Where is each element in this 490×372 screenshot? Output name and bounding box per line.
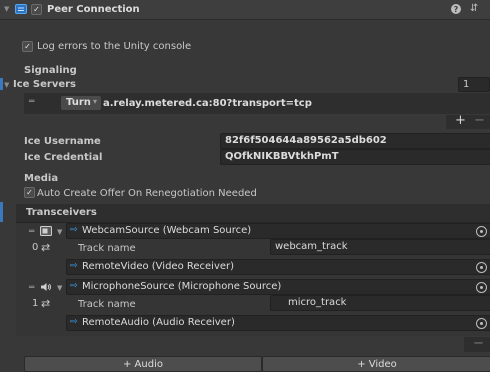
log-errors-label: Log errors to the Unity console bbox=[37, 41, 192, 52]
ice-credential-value: QOfkNIKBBVtkhPmT bbox=[225, 151, 339, 162]
track-name-label: Track name bbox=[78, 243, 136, 254]
media-kind-dropdown-icon[interactable]: ▼ bbox=[57, 228, 62, 236]
transceivers-header: Transceivers bbox=[16, 204, 490, 223]
component-script-icon bbox=[15, 4, 27, 14]
object-picker-icon[interactable] bbox=[476, 262, 487, 273]
dropdown-arrow-icon: ▾ bbox=[93, 97, 98, 106]
media-kind-dropdown-icon[interactable]: ▼ bbox=[57, 284, 62, 292]
media-section-label: Media bbox=[24, 173, 59, 184]
remove-transceiver-button[interactable]: − bbox=[473, 336, 484, 351]
direction-icon[interactable]: ⇄ bbox=[41, 297, 50, 310]
settings-icon[interactable]: ⇵ bbox=[470, 3, 478, 14]
override-indicator bbox=[0, 202, 3, 222]
ice-credential-field[interactable]: QOfkNIKBBVtkhPmT bbox=[220, 149, 490, 165]
component-title: Peer Connection bbox=[47, 4, 140, 15]
object-picker-icon[interactable] bbox=[476, 318, 487, 329]
track-name-value: micro_track bbox=[288, 297, 347, 308]
object-field-icon: ⇨ bbox=[70, 225, 78, 235]
ice-credential-label: Ice Credential bbox=[24, 152, 103, 163]
object-picker-icon[interactable] bbox=[476, 226, 487, 237]
track-name-label: Track name bbox=[78, 299, 136, 310]
object-field-icon: ⇨ bbox=[70, 317, 78, 327]
drag-handle-icon[interactable]: ═ bbox=[29, 97, 34, 107]
remote-receiver-value: RemoteAudio (Audio Receiver) bbox=[82, 317, 235, 328]
drag-handle-icon[interactable]: ═ bbox=[29, 283, 34, 293]
foldout-arrow-icon[interactable]: ▼ bbox=[4, 5, 9, 13]
ice-username-label: Ice Username bbox=[24, 136, 101, 147]
override-indicator bbox=[0, 78, 3, 90]
transceiver-index: 0 bbox=[32, 242, 39, 253]
remote-receiver-field[interactable]: ⇨ RemoteVideo (Video Receiver) bbox=[66, 259, 490, 275]
component-enabled-checkbox[interactable]: ✓ bbox=[31, 4, 42, 15]
auto-offer-checkbox[interactable]: ✓ bbox=[24, 187, 35, 198]
help-icon[interactable]: ? bbox=[451, 4, 461, 14]
local-source-field[interactable]: ⇨ MicrophoneSource (Microphone Source) bbox=[66, 279, 490, 295]
ice-servers-count-field[interactable]: 1 bbox=[458, 77, 490, 92]
remote-receiver-value: RemoteVideo (Video Receiver) bbox=[82, 261, 235, 272]
auto-offer-label: Auto Create Offer On Renegotiation Neede… bbox=[37, 188, 257, 199]
remote-receiver-field[interactable]: ⇨ RemoteAudio (Audio Receiver) bbox=[66, 315, 490, 331]
server-type-dropdown[interactable]: Turn ▾ bbox=[61, 96, 101, 110]
signaling-section-label: Signaling bbox=[24, 65, 77, 76]
drag-handle-icon[interactable]: ═ bbox=[29, 227, 34, 237]
ice-username-value: 82f6f504644a89562a5db602 bbox=[225, 135, 387, 146]
local-source-field[interactable]: ⇨ WebcamSource (Webcam Source) bbox=[66, 223, 490, 239]
ice-servers-foldout-icon[interactable]: ▼ bbox=[4, 81, 9, 89]
server-url-input[interactable]: a.relay.metered.ca:80?transport=tcp bbox=[103, 98, 312, 109]
add-server-button[interactable]: + bbox=[455, 113, 466, 128]
direction-icon[interactable]: ⇄ bbox=[41, 241, 50, 254]
object-picker-icon[interactable] bbox=[476, 282, 487, 293]
ice-servers-label: Ice Servers bbox=[13, 79, 77, 90]
webcam-icon bbox=[40, 226, 52, 236]
transceiver-index: 1 bbox=[32, 298, 39, 309]
local-source-value: MicrophoneSource (Microphone Source) bbox=[82, 281, 282, 292]
local-source-value: WebcamSource (Webcam Source) bbox=[82, 225, 252, 236]
remove-server-button[interactable]: − bbox=[474, 113, 485, 128]
track-name-value: webcam_track bbox=[275, 241, 348, 252]
speaker-icon bbox=[40, 282, 52, 292]
track-name-field[interactable]: webcam_track bbox=[270, 239, 490, 255]
transceivers-label: Transceivers bbox=[26, 207, 97, 218]
track-name-field[interactable]: micro_track bbox=[270, 295, 490, 311]
object-field-icon: ⇨ bbox=[70, 281, 78, 291]
log-errors-checkbox[interactable]: ✓ bbox=[22, 41, 33, 52]
object-field-icon: ⇨ bbox=[70, 261, 78, 271]
server-type: Turn bbox=[66, 97, 91, 108]
ice-username-field[interactable]: 82f6f504644a89562a5db602 bbox=[220, 133, 490, 149]
ice-servers-count: 1 bbox=[463, 79, 470, 90]
